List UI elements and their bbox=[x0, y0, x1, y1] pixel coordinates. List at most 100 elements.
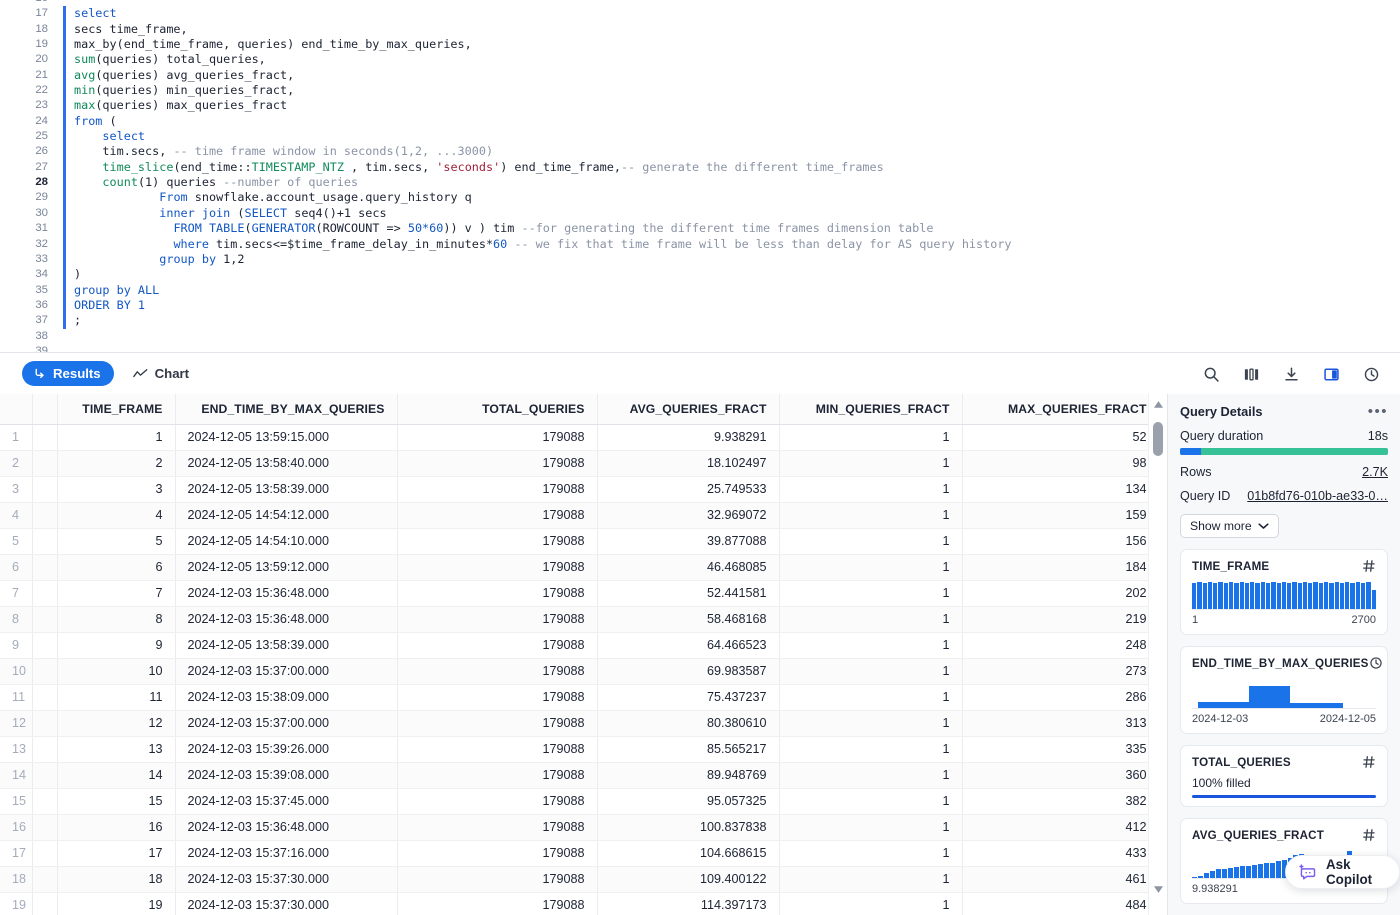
table-cell[interactable]: 3 bbox=[57, 476, 176, 503]
column-header[interactable]: TOTAL_QUERIES bbox=[397, 394, 598, 425]
table-cell[interactable]: 2024-12-03 15:37:45.000 bbox=[175, 788, 398, 815]
table-cell[interactable]: 14 bbox=[57, 762, 176, 789]
code-line[interactable]: 39 bbox=[0, 344, 1400, 352]
table-cell[interactable]: 58.468168 bbox=[597, 606, 780, 633]
table-cell[interactable]: 1 bbox=[779, 736, 963, 763]
table-cell[interactable]: 9 bbox=[57, 632, 176, 659]
columns-icon[interactable] bbox=[1238, 361, 1264, 387]
table-cell[interactable]: 10 bbox=[57, 658, 176, 685]
table-row[interactable]: 11 11 2024-12-03 15:38:09.000 179088 75.4372… bbox=[0, 684, 1160, 711]
table-row[interactable]: 17 17 2024-12-03 15:37:16.000 179088 104.668… bbox=[0, 840, 1160, 867]
table-row[interactable]: 9 9 2024-12-05 13:58:39.000 179088 64.466523… bbox=[0, 632, 1160, 659]
code-line[interactable]: 22 min(queries) min_queries_fract, bbox=[0, 83, 1400, 99]
code-line[interactable]: 19 max_by(end_time_frame, queries) end_ti… bbox=[0, 37, 1400, 53]
table-cell[interactable]: 1 bbox=[779, 476, 963, 503]
table-cell[interactable]: 2024-12-05 13:59:15.000 bbox=[175, 424, 398, 451]
table-cell[interactable]: 2024-12-03 15:37:30.000 bbox=[175, 866, 398, 893]
table-cell[interactable]: 39.877088 bbox=[597, 528, 780, 555]
table-cell[interactable]: 2024-12-05 14:54:12.000 bbox=[175, 502, 398, 529]
table-cell[interactable]: 11 bbox=[57, 684, 176, 711]
table-row[interactable]: 19 19 2024-12-03 15:37:30.000 179088 114.397… bbox=[0, 892, 1160, 915]
code-line[interactable]: 34) bbox=[0, 267, 1400, 283]
table-cell[interactable]: 13 bbox=[57, 736, 176, 763]
table-cell[interactable]: 1 bbox=[779, 814, 963, 841]
table-row[interactable]: 14 14 2024-12-03 15:39:08.000 179088 89.9487… bbox=[0, 762, 1160, 789]
sql-editor[interactable]: 16 17select18secs time_frame,19max_by(en… bbox=[0, 0, 1400, 352]
tab-results[interactable]: Results bbox=[22, 361, 114, 386]
column-header[interactable]: MAX_QUERIES_FRACT bbox=[962, 394, 1160, 425]
table-cell[interactable]: 1 bbox=[779, 710, 963, 737]
table-cell[interactable]: 1 bbox=[779, 632, 963, 659]
table-cell[interactable]: 2024-12-03 15:37:00.000 bbox=[175, 710, 398, 737]
table-row[interactable]: 3 3 2024-12-05 13:58:39.000 179088 25.749533… bbox=[0, 476, 1160, 503]
table-row[interactable]: 2 2 2024-12-05 13:58:40.000 179088 18.102497… bbox=[0, 450, 1160, 477]
table-cell[interactable]: 159 bbox=[962, 502, 1160, 529]
code-line[interactable]: 35 group by ALL bbox=[0, 282, 1400, 299]
table-cell[interactable]: 179088 bbox=[397, 450, 598, 477]
table-cell[interactable]: 179088 bbox=[397, 658, 598, 685]
table-cell[interactable]: 5 bbox=[57, 528, 176, 555]
table-cell[interactable]: 109.400122 bbox=[597, 866, 780, 893]
table-cell[interactable]: 286 bbox=[962, 684, 1160, 711]
table-cell[interactable]: 52 bbox=[962, 424, 1160, 451]
table-cell[interactable]: 360 bbox=[962, 762, 1160, 789]
table-cell[interactable]: 156 bbox=[962, 528, 1160, 555]
table-row[interactable]: 15 15 2024-12-03 15:37:45.000 179088 95.0573… bbox=[0, 788, 1160, 815]
grid-vertical-scrollbar[interactable] bbox=[1148, 394, 1166, 915]
table-cell[interactable]: 64.466523 bbox=[597, 632, 780, 659]
table-cell[interactable]: 2024-12-03 15:39:26.000 bbox=[175, 736, 398, 763]
table-cell[interactable]: 2024-12-05 13:58:39.000 bbox=[175, 476, 398, 503]
table-cell[interactable]: 2024-12-03 15:37:00.000 bbox=[175, 658, 398, 685]
table-cell[interactable]: 9.938291 bbox=[597, 424, 780, 451]
table-cell[interactable]: 179088 bbox=[397, 840, 598, 867]
table-cell[interactable]: 219 bbox=[962, 606, 1160, 633]
table-cell[interactable]: 179088 bbox=[397, 814, 598, 841]
table-cell[interactable]: 179088 bbox=[397, 866, 598, 893]
table-row[interactable]: 6 6 2024-12-05 13:59:12.000 179088 46.468085… bbox=[0, 554, 1160, 581]
table-cell[interactable]: 461 bbox=[962, 866, 1160, 893]
table-cell[interactable]: 7 bbox=[57, 580, 176, 607]
code-scroll-area[interactable]: 16 17select18secs time_frame,19max_by(en… bbox=[0, 0, 1400, 352]
query-id-value[interactable]: 01b8fd76-010b-ae33-0… bbox=[1247, 489, 1388, 503]
table-cell[interactable]: 1 bbox=[779, 424, 963, 451]
table-cell[interactable]: 80.380610 bbox=[597, 710, 780, 737]
table-cell[interactable]: 2024-12-03 15:36:48.000 bbox=[175, 606, 398, 633]
table-cell[interactable]: 2024-12-05 13:58:40.000 bbox=[175, 450, 398, 477]
table-cell[interactable]: 1 bbox=[779, 554, 963, 581]
table-row[interactable]: 4 4 2024-12-05 14:54:12.000 179088 32.969072… bbox=[0, 502, 1160, 529]
table-cell[interactable]: 32.969072 bbox=[597, 502, 780, 529]
table-cell[interactable]: 2024-12-05 14:54:10.000 bbox=[175, 528, 398, 555]
table-cell[interactable]: 2024-12-03 15:38:09.000 bbox=[175, 684, 398, 711]
code-line[interactable]: 24 from ( bbox=[0, 113, 1400, 130]
column-header[interactable]: TIME_FRAME bbox=[57, 394, 176, 425]
table-cell[interactable]: 75.437237 bbox=[597, 684, 780, 711]
table-cell[interactable]: 1 bbox=[779, 788, 963, 815]
column-header[interactable]: AVG_QUERIES_FRACT bbox=[597, 394, 780, 425]
table-row[interactable]: 13 13 2024-12-03 15:39:26.000 179088 85.5652… bbox=[0, 736, 1160, 763]
table-cell[interactable]: 1 bbox=[779, 762, 963, 789]
table-cell[interactable]: 179088 bbox=[397, 788, 598, 815]
table-row[interactable]: 16 16 2024-12-03 15:36:48.000 179088 100.837… bbox=[0, 814, 1160, 841]
table-cell[interactable]: 25.749533 bbox=[597, 476, 780, 503]
column-stat-card[interactable]: END_TIME_BY_MAX_QUERIES 2024-12-03 2024-12… bbox=[1180, 646, 1388, 734]
table-cell[interactable]: 46.468085 bbox=[597, 554, 780, 581]
table-row[interactable]: 5 5 2024-12-05 14:54:10.000 179088 39.877088… bbox=[0, 528, 1160, 555]
more-options-icon[interactable]: ••• bbox=[1368, 404, 1388, 419]
table-cell[interactable]: 412 bbox=[962, 814, 1160, 841]
table-cell[interactable]: 179088 bbox=[397, 736, 598, 763]
table-cell[interactable]: 69.983587 bbox=[597, 658, 780, 685]
table-cell[interactable]: 313 bbox=[962, 710, 1160, 737]
table-cell[interactable]: 98 bbox=[962, 450, 1160, 477]
table-cell[interactable]: 104.668615 bbox=[597, 840, 780, 867]
code-line[interactable]: 25 select bbox=[0, 129, 1400, 145]
table-cell[interactable]: 1 bbox=[779, 528, 963, 555]
ask-copilot-button[interactable]: Ask Copilot bbox=[1285, 855, 1400, 889]
code-line[interactable]: 31 FROM TABLE(GENERATOR(ROWCOUNT => 50*6… bbox=[0, 221, 1400, 237]
table-cell[interactable]: 1 bbox=[779, 606, 963, 633]
code-line[interactable]: 36 ORDER BY 1 bbox=[0, 297, 1400, 314]
code-line[interactable]: 32 where tim.secs<=$time_frame_delay_in_… bbox=[0, 236, 1400, 253]
table-cell[interactable]: 382 bbox=[962, 788, 1160, 815]
table-row[interactable]: 1 1 2024-12-05 13:59:15.000 179088 9.938291 1… bbox=[0, 424, 1160, 451]
table-cell[interactable]: 18.102497 bbox=[597, 450, 780, 477]
table-cell[interactable]: 2024-12-03 15:36:48.000 bbox=[175, 814, 398, 841]
